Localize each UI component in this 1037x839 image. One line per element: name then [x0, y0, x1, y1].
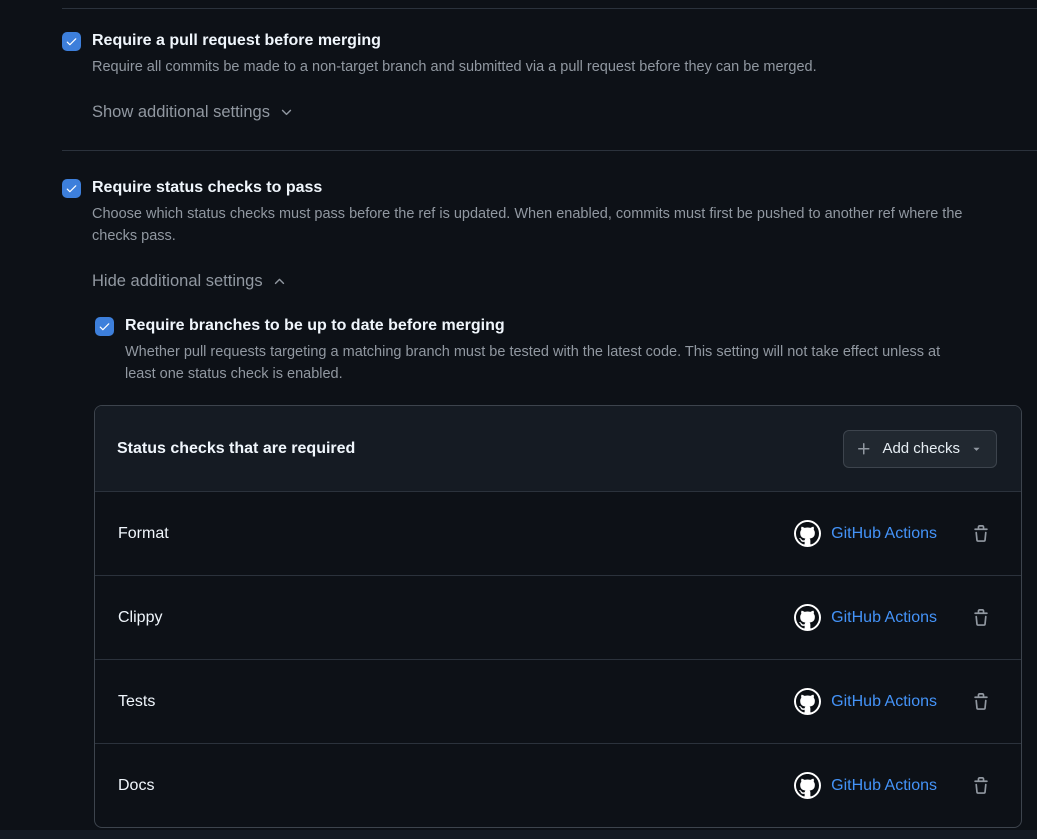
rule-title: Require a pull request before merging	[92, 30, 817, 51]
github-actions-avatar	[794, 688, 821, 715]
check-icon	[65, 182, 78, 195]
github-logo-icon	[796, 774, 819, 797]
check-source-link[interactable]: GitHub Actions	[831, 609, 937, 627]
check-name: Format	[118, 525, 169, 543]
check-icon	[65, 35, 78, 48]
status-checks-panel: Status checks that are required Add chec…	[94, 405, 1022, 828]
delete-check-button[interactable]	[972, 525, 990, 543]
add-checks-button-label: Add checks	[882, 440, 960, 457]
chevron-down-icon	[279, 105, 294, 120]
rule-description-line: checks pass.	[92, 225, 962, 247]
github-actions-avatar	[794, 520, 821, 547]
section-divider	[62, 150, 1037, 151]
rule-description: Choose which status checks must pass bef…	[92, 203, 962, 247]
github-actions-avatar	[794, 772, 821, 799]
panel-title: Status checks that are required	[117, 440, 355, 458]
rule-title: Require status checks to pass	[92, 177, 962, 198]
plus-icon	[856, 441, 872, 457]
check-source-link[interactable]: GitHub Actions	[831, 777, 937, 795]
github-logo-icon	[796, 522, 819, 545]
delete-check-button[interactable]	[972, 777, 990, 795]
check-name: Clippy	[118, 609, 162, 627]
hide-additional-settings-toggle[interactable]: Hide additional settings	[92, 271, 287, 291]
rule-title: Require branches to be up to date before…	[125, 315, 940, 336]
status-checks-panel-header: Status checks that are required Add chec…	[95, 406, 1021, 491]
dropdown-caret-icon	[970, 442, 983, 455]
section-divider	[62, 8, 1037, 9]
rule-section-status-checks: Require status checks to pass Choose whi…	[0, 177, 1037, 385]
chevron-up-icon	[272, 274, 287, 289]
github-logo-icon	[796, 690, 819, 713]
rule-description-line: Whether pull requests targeting a matchi…	[125, 341, 940, 363]
check-name: Docs	[118, 777, 154, 795]
trash-icon	[972, 525, 990, 543]
branches-up-to-date-checkbox[interactable]	[95, 317, 114, 336]
rule-description: Require all commits be made to a non-tar…	[92, 56, 817, 78]
status-check-row: Clippy GitHub Actions	[95, 575, 1021, 659]
status-checks-checkbox[interactable]	[62, 179, 81, 198]
trash-icon	[972, 609, 990, 627]
status-check-row: Format GitHub Actions	[95, 491, 1021, 575]
rule-description-line: Choose which status checks must pass bef…	[92, 203, 962, 225]
trash-icon	[972, 693, 990, 711]
check-source-link[interactable]: GitHub Actions	[831, 693, 937, 711]
trash-icon	[972, 777, 990, 795]
delete-check-button[interactable]	[972, 693, 990, 711]
rule-description: Whether pull requests targeting a matchi…	[125, 341, 940, 385]
status-check-row: Docs GitHub Actions	[95, 743, 1021, 827]
rule-section-branches-up-to-date: Require branches to be up to date before…	[95, 315, 1037, 385]
status-check-row: Tests GitHub Actions	[95, 659, 1021, 743]
check-icon	[98, 320, 111, 333]
bottom-strip	[0, 830, 1037, 839]
check-source-link[interactable]: GitHub Actions	[831, 525, 937, 543]
check-name: Tests	[118, 693, 155, 711]
github-actions-avatar	[794, 604, 821, 631]
status-checks-rows: Format GitHub Actions Clippy GitHub Acti…	[95, 491, 1021, 827]
delete-check-button[interactable]	[972, 609, 990, 627]
toggle-label: Show additional settings	[92, 102, 270, 122]
rule-description-line: least one status check is enabled.	[125, 363, 940, 385]
toggle-label: Hide additional settings	[92, 271, 263, 291]
github-logo-icon	[796, 606, 819, 629]
pull-request-checkbox[interactable]	[62, 32, 81, 51]
rule-section-pull-request: Require a pull request before merging Re…	[0, 30, 1037, 122]
add-checks-button[interactable]: Add checks	[843, 430, 997, 468]
show-additional-settings-toggle[interactable]: Show additional settings	[92, 102, 294, 122]
